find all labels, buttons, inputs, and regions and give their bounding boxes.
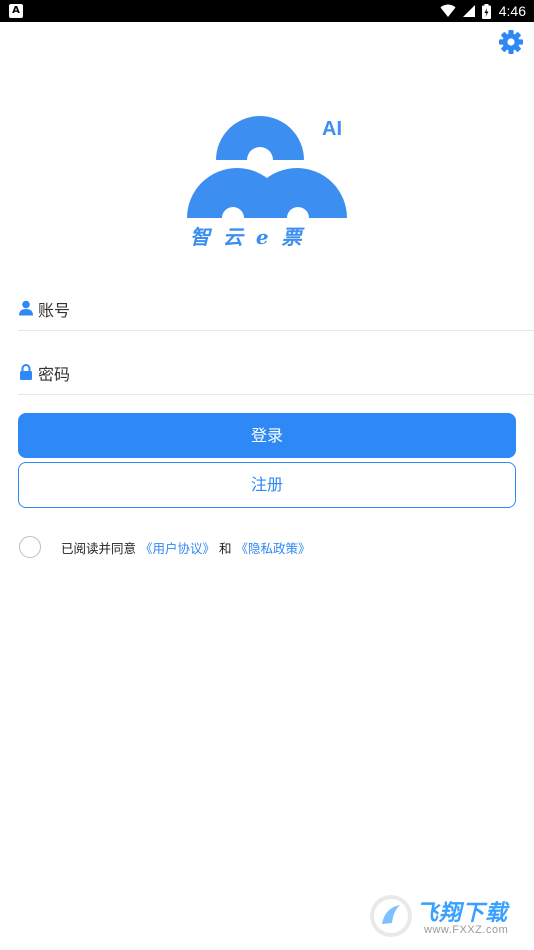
notification-icon: A — [9, 4, 23, 18]
agreement-checkbox[interactable] — [19, 536, 41, 558]
login-button[interactable]: 登录 — [18, 413, 516, 458]
privacy-policy-link[interactable]: 《隐私政策》 — [236, 538, 311, 557]
gear-icon — [499, 30, 523, 54]
status-bar: A 4:46 — [0, 0, 534, 22]
account-input[interactable] — [38, 292, 518, 328]
register-button[interactable]: 注册 — [18, 462, 516, 508]
agreement-row: 已阅读并同意 《用户协议》 和 《隐私政策》 — [19, 535, 311, 559]
battery-icon — [481, 3, 491, 19]
wifi-icon — [440, 4, 456, 17]
logo-mark: AI 智 云 e 票 — [187, 116, 347, 249]
watermark-title: 飞翔下载 — [416, 901, 509, 926]
status-time: 4:46 — [498, 3, 526, 19]
watermark: 飞翔下载 www.FXXZ.com — [366, 892, 526, 940]
status-icons: 4:46 — [440, 0, 526, 22]
lock-icon — [20, 364, 32, 380]
settings-button[interactable] — [498, 29, 524, 55]
account-field — [18, 292, 534, 331]
user-agreement-link[interactable]: 《用户协议》 — [140, 538, 215, 557]
app-logo: AI 智 云 e 票 — [180, 104, 360, 254]
logo-brand-name: 智 云 e 票 — [190, 225, 306, 249]
password-input[interactable] — [38, 356, 518, 392]
agreement-prefix: 已阅读并同意 — [61, 540, 137, 556]
signal-icon — [462, 5, 475, 17]
watermark-logo-icon — [370, 895, 412, 937]
password-field — [18, 356, 534, 395]
watermark-url: www.FXXZ.com — [424, 924, 509, 936]
user-icon — [19, 300, 33, 316]
logo-ai-label: AI — [322, 118, 342, 140]
agreement-and-text: 和 — [219, 540, 232, 556]
